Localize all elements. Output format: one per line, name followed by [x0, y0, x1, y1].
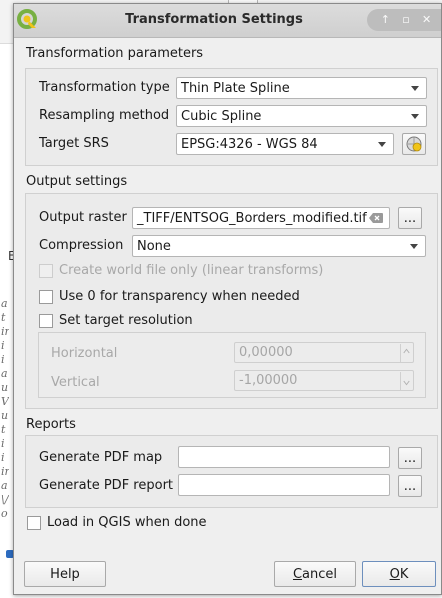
globe-projection-icon — [406, 136, 422, 152]
background-side-char: V — [1, 396, 9, 408]
load-in-qgis-label: Load in QGIS when done — [47, 515, 207, 530]
background-side-char: t — [1, 424, 6, 436]
qgis-logo-icon — [17, 9, 37, 29]
resampling-method-combo[interactable]: Cubic Spline — [176, 105, 427, 127]
transformation-type-label: Transformation type — [39, 80, 170, 95]
transformation-settings-dialog: Transformation Settings ↑ ▫ ✕ Transforma… — [13, 3, 442, 595]
target-srs-value: EPSG:4326 - WGS 84 — [181, 136, 318, 152]
background-side-char: ir — [1, 326, 9, 338]
background-side-char: \/ — [1, 494, 9, 506]
resampling-method-label: Resampling method — [39, 108, 170, 123]
chevron-down-icon — [411, 86, 419, 91]
select-crs-button[interactable] — [402, 133, 426, 155]
ok-mnemonic: O — [389, 566, 400, 582]
world-file-checkbox[interactable] — [39, 264, 53, 278]
pdf-map-browse-button[interactable]: ... — [398, 447, 422, 469]
background-side-char: t — [1, 312, 6, 324]
world-file-label: Create world file only (linear transform… — [59, 263, 324, 278]
target-resolution-checkbox[interactable] — [39, 314, 53, 328]
output-raster-browse-button[interactable]: ... — [398, 207, 422, 229]
target-resolution-label: Set target resolution — [59, 313, 193, 328]
background-side-char: a — [1, 368, 8, 380]
background-side-char: a — [1, 480, 8, 492]
pdf-report-input[interactable] — [178, 474, 390, 496]
vertical-value: -1,00000 — [239, 373, 298, 388]
compression-value: None — [137, 238, 171, 254]
transparency-checkbox[interactable] — [39, 290, 53, 304]
background-side-char: i — [1, 438, 5, 450]
horizontal-value: 0,00000 — [239, 345, 293, 360]
background-side-char: i — [1, 340, 5, 352]
help-button[interactable]: Help — [24, 561, 106, 587]
cancel-mnemonic: C — [292, 566, 303, 582]
dialog-title: Transformation Settings — [125, 12, 303, 27]
horizontal-label: Horizontal — [51, 346, 118, 361]
cancel-button[interactable]: Cancel — [274, 561, 356, 587]
spin-up-icon[interactable] — [400, 344, 412, 362]
keep-above-button[interactable]: ↑ — [377, 12, 393, 28]
background-side-char: u — [1, 382, 9, 394]
pdf-map-label: Generate PDF map — [39, 450, 163, 465]
horizontal-spinbox[interactable]: 0,00000 — [234, 342, 414, 363]
chevron-down-icon — [410, 244, 418, 249]
background-side-char: ir — [1, 466, 9, 478]
pdf-report-label: Generate PDF report — [39, 478, 174, 493]
reports-title: Reports — [26, 417, 76, 432]
background-side-char: o — [1, 508, 8, 520]
pdf-map-input[interactable] — [178, 446, 390, 468]
vertical-label: Vertical — [51, 375, 100, 390]
output-raster-input[interactable]: _TIFF/ENTSOG_Borders_modified.tif — [132, 207, 390, 229]
maximize-button[interactable]: ▫ — [398, 12, 414, 28]
dialog-titlebar[interactable]: Transformation Settings ↑ ▫ ✕ — [14, 4, 441, 38]
compression-label: Compression — [39, 238, 124, 253]
output-raster-value: _TIFF/ENTSOG_Borders_modified.tif — [137, 210, 367, 226]
resampling-method-value: Cubic Spline — [181, 108, 262, 124]
target-srs-label: Target SRS — [39, 136, 109, 151]
output-settings-title: Output settings — [26, 174, 128, 189]
background-side-char: i — [1, 452, 5, 464]
close-button[interactable]: ✕ — [419, 12, 435, 28]
chevron-down-icon — [411, 114, 419, 119]
transformation-parameters-title: Transformation parameters — [26, 46, 204, 61]
spin-down-icon[interactable] — [400, 372, 412, 390]
window-buttons: ↑ ▫ ✕ — [367, 9, 441, 31]
output-raster-label: Output raster — [39, 210, 127, 225]
pdf-report-browse-button[interactable]: ... — [398, 475, 422, 497]
transformation-type-value: Thin Plate Spline — [181, 80, 290, 96]
background-side-char: i — [1, 354, 5, 366]
background-side-char: a — [1, 298, 8, 310]
compression-combo[interactable]: None — [132, 235, 426, 257]
clear-field-icon[interactable] — [369, 213, 383, 223]
cancel-label-rest: ancel — [302, 566, 338, 582]
target-srs-combo[interactable]: EPSG:4326 - WGS 84 — [176, 133, 394, 155]
load-in-qgis-checkbox[interactable] — [27, 516, 41, 530]
transformation-type-combo[interactable]: Thin Plate Spline — [176, 77, 427, 99]
ok-label-rest: K — [399, 566, 409, 582]
background-side-char: u — [1, 410, 9, 422]
transparency-label: Use 0 for transparency when needed — [59, 289, 300, 304]
vertical-spinbox[interactable]: -1,00000 — [234, 370, 414, 391]
chevron-down-icon — [378, 142, 386, 147]
ok-button[interactable]: OK — [362, 561, 436, 587]
